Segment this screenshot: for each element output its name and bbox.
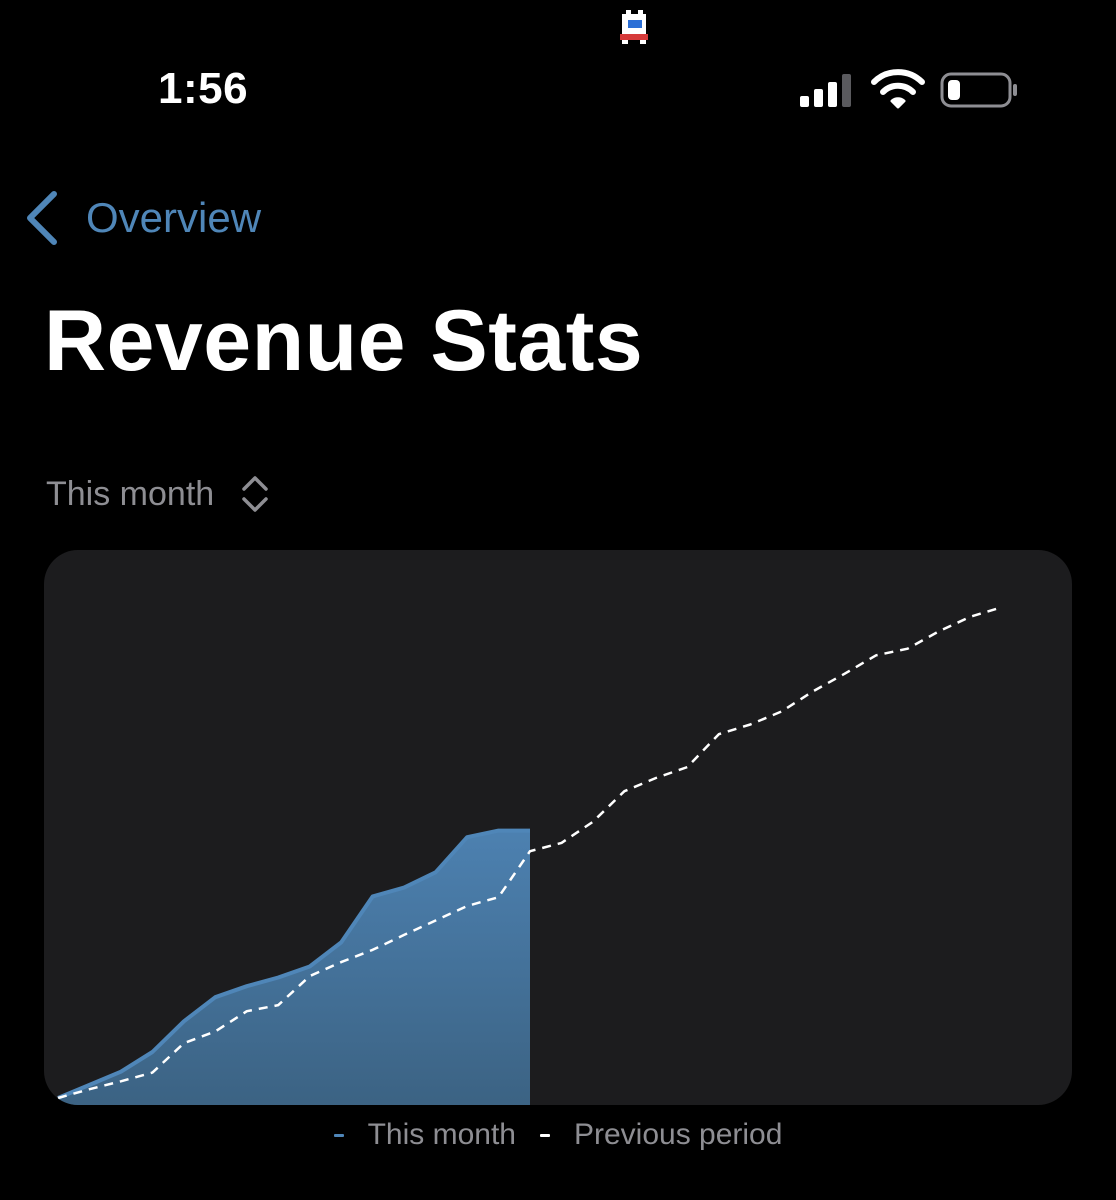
back-button[interactable]: Overview (24, 188, 261, 248)
legend-item-previous-period: Previous period (539, 1118, 783, 1152)
status-bar: 1:56 (0, 0, 1116, 150)
area-this-month (44, 830, 530, 1105)
status-time: 1:56 (158, 64, 249, 113)
period-selector-label: This month (46, 474, 215, 513)
chevron-left-icon (27, 191, 57, 245)
page-title: Revenue Stats (44, 293, 644, 389)
chart-legend: This month Previous period (0, 1118, 1116, 1152)
chart-canvas (44, 605, 1003, 1105)
chevron-updown-icon (242, 476, 268, 512)
battery-icon (940, 72, 1017, 108)
legend-swatch-this-month (333, 1133, 344, 1137)
revenue-chart (44, 550, 1072, 1105)
app-icon (620, 10, 648, 44)
cellular-signal-icon (800, 74, 851, 107)
wifi-icon (871, 69, 925, 109)
legend-label-this-month: This month (367, 1118, 516, 1151)
legend-swatch-previous-period (539, 1133, 550, 1137)
legend-label-previous-period: Previous period (573, 1118, 783, 1151)
back-button-label: Overview (86, 194, 262, 241)
period-selector[interactable]: This month (46, 466, 270, 522)
legend-item-this-month: This month (333, 1118, 516, 1152)
